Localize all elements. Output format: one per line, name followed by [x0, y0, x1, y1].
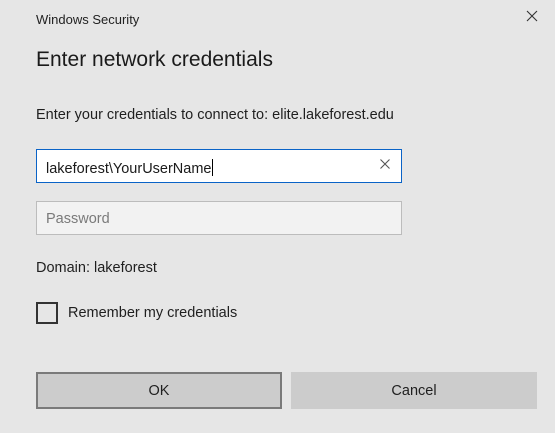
credentials-dialog: Windows Security Enter network credentia…: [0, 0, 555, 433]
clear-username-button[interactable]: [377, 158, 393, 174]
username-value: lakeforest\YourUserName: [46, 161, 212, 177]
close-icon: [526, 9, 538, 27]
password-field[interactable]: Password: [36, 201, 402, 235]
username-field[interactable]: lakeforest\YourUserName: [36, 149, 402, 183]
ok-button[interactable]: OK: [36, 372, 282, 409]
domain-label: Domain: lakeforest: [36, 260, 157, 276]
password-placeholder: Password: [46, 211, 110, 227]
remember-label: Remember my credentials: [68, 305, 238, 321]
dialog-heading: Enter network credentials: [36, 48, 273, 71]
connect-prompt: Enter your credentials to connect to: el…: [36, 107, 394, 123]
cancel-button[interactable]: Cancel: [291, 372, 537, 409]
clear-icon: [379, 157, 391, 175]
title-bar: Windows Security: [0, 0, 555, 36]
remember-credentials-option[interactable]: Remember my credentials: [36, 301, 237, 325]
text-caret: [212, 159, 214, 176]
close-button[interactable]: [509, 0, 555, 36]
remember-checkbox[interactable]: [36, 302, 58, 324]
window-title: Windows Security: [36, 12, 140, 27]
